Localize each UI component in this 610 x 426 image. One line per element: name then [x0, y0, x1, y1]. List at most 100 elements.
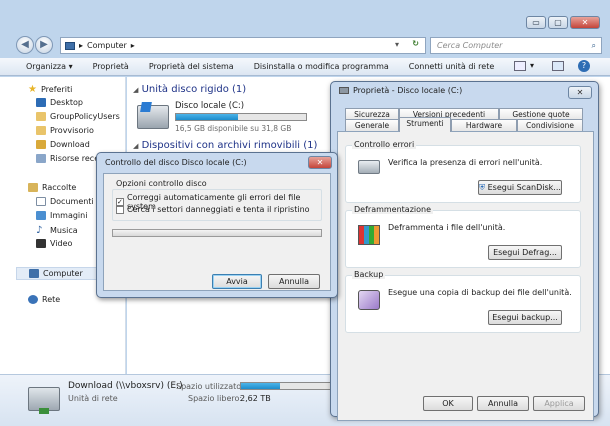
chevron-right-icon: ▸ — [130, 41, 135, 50]
start-button[interactable]: Avvia — [212, 274, 262, 289]
view-options-icon[interactable] — [514, 61, 526, 71]
desktop-icon — [36, 98, 46, 107]
defrag-text: Deframmenta i file dell'unità. — [388, 223, 506, 232]
details-free-label: Spazio libero: — [188, 394, 243, 403]
maximize-button[interactable]: ▢ — [548, 16, 568, 29]
organize-menu[interactable]: Organizza ▾ — [26, 62, 73, 71]
nav-item-videos[interactable]: Video — [36, 239, 72, 248]
download-folder-icon — [36, 140, 46, 149]
cancel-check-button[interactable]: Annulla — [268, 274, 320, 289]
details-type: Unità di rete — [68, 394, 118, 403]
tab-hardware[interactable]: Hardware — [451, 119, 517, 131]
error-check-group: Controllo errori Verifica la presenza di… — [345, 140, 581, 203]
details-usage-fill — [241, 383, 280, 389]
search-icon[interactable]: ⌕ — [592, 38, 596, 53]
system-properties-button[interactable]: Proprietà del sistema — [149, 62, 234, 71]
drive-c-tile[interactable]: Disco locale (C:) 16,5 GB disponibile su… — [137, 99, 327, 135]
properties-title-text: Proprietà - Disco locale (C:) — [353, 86, 463, 95]
nav-item-label: Video — [50, 239, 73, 248]
nav-item-pictures[interactable]: Immagini — [36, 211, 87, 220]
defrag-icon — [358, 225, 380, 245]
nav-favorites-label: Preferiti — [40, 85, 73, 94]
libraries-icon — [28, 183, 38, 192]
nav-item-label: Immagini — [50, 211, 88, 220]
refresh-icon[interactable]: ↻ — [412, 39, 419, 48]
check-disk-body: Opzioni controllo disco ✓ Correggi autom… — [103, 173, 331, 291]
forward-button[interactable]: ▶ — [35, 36, 53, 54]
run-backup-button[interactable]: Esegui backup... — [488, 310, 562, 325]
chevron-down-icon[interactable]: ▾ — [530, 61, 534, 70]
properties-button[interactable]: Proprietà — [93, 62, 129, 71]
network-icon — [28, 295, 38, 304]
preview-pane-icon[interactable] — [552, 61, 564, 71]
uninstall-program-button[interactable]: Disinstalla o modifica programma — [254, 62, 389, 71]
details-used-label: Spazio utilizzato: — [176, 382, 244, 391]
checkbox-unchecked[interactable] — [116, 205, 124, 214]
drive-usage-bar — [175, 113, 307, 121]
map-network-drive-button[interactable]: Connetti unità di rete — [409, 62, 494, 71]
nav-item-label: Download — [50, 140, 90, 149]
nav-favorites[interactable]: ★ Preferiti — [28, 84, 72, 95]
triangle-expand-icon: ◢ — [133, 86, 139, 94]
help-icon[interactable]: ? — [578, 60, 590, 72]
group-label: Backup — [352, 270, 386, 279]
window-caption-buttons: ▭ ▢ ✕ — [526, 16, 600, 29]
shield-icon: ⛨ — [479, 183, 486, 192]
recent-places-icon — [36, 154, 46, 163]
run-scandisk-button[interactable]: ⛨ Esegui ScanDisk... — [478, 180, 562, 195]
tab-general[interactable]: Generale — [345, 119, 399, 131]
dropdown-arrow-icon[interactable]: ▾ — [395, 40, 399, 49]
hard-drive-icon — [137, 102, 169, 129]
command-bar: Organizza ▾ Proprietà Proprietà del sist… — [0, 58, 610, 76]
video-icon — [36, 239, 46, 248]
nav-item-grouppolicyusers[interactable]: GroupPolicyUsers — [36, 112, 120, 121]
music-icon: ♪ — [36, 225, 43, 236]
drive-name: Disco locale (C:) — [175, 101, 245, 111]
address-row: ◀ ▶ ▸ Computer ▸ ▾ ↻ Cerca Computer ⌕ — [0, 34, 610, 58]
section-header-label: Dispositivi con archivi rimovibili (1) — [141, 140, 318, 151]
search-input[interactable]: Cerca Computer ⌕ — [430, 37, 602, 54]
section-header-hard-disks[interactable]: ◢ Unità disco rigido (1) — [133, 84, 246, 95]
nav-item-music[interactable]: ♪ Musica — [36, 225, 78, 236]
back-button[interactable]: ◀ — [16, 36, 34, 54]
drive-usage-fill — [176, 114, 239, 120]
ok-button[interactable]: OK — [423, 396, 473, 411]
tab-sharing[interactable]: Condivisione — [517, 119, 583, 131]
nav-libraries[interactable]: Raccolte — [28, 183, 76, 192]
nav-item-label: GroupPolicyUsers — [50, 112, 120, 121]
nav-computer-label: Computer — [43, 269, 83, 278]
check-disk-close-button[interactable]: ✕ — [308, 156, 332, 169]
check-disk-title: Controllo del disco Disco locale (C:) — [105, 158, 247, 167]
nav-item-label: Provvisorio — [50, 126, 94, 135]
details-name: Download (\\vboxsrv) (E:) — [68, 381, 183, 391]
details-usage-bar — [240, 382, 334, 390]
nav-item-desktop[interactable]: Desktop — [36, 98, 83, 107]
address-bar[interactable]: ▸ Computer ▸ ▾ ↻ — [60, 37, 426, 54]
address-path: Computer — [87, 41, 127, 50]
close-button[interactable]: ✕ — [570, 16, 600, 29]
group-label: Deframmentazione — [352, 205, 434, 214]
details-free-value: 2,62 TB — [240, 394, 271, 403]
drive-space-text: 16,5 GB disponibile su 31,8 GB — [175, 124, 292, 133]
drive-icon — [339, 87, 349, 94]
run-defrag-button[interactable]: Esegui Defrag... — [488, 245, 562, 260]
apply-button[interactable]: Applica — [533, 396, 585, 411]
section-header-removable[interactable]: ◢ Dispositivi con archivi rimovibili (1) — [133, 140, 317, 151]
check-disk-icon — [358, 160, 380, 174]
nav-item-provvisorio[interactable]: Provvisorio — [36, 126, 94, 135]
nav-item-documents[interactable]: Documenti — [36, 197, 94, 206]
cancel-button[interactable]: Annulla — [477, 396, 529, 411]
backup-group: Backup Esegue una copia di backup dei fi… — [345, 270, 581, 333]
backup-text: Esegue una copia di backup dei file dell… — [388, 288, 572, 297]
star-icon: ★ — [28, 84, 37, 95]
option-scan-sectors[interactable]: Cerca i settori danneggiati e tenta il r… — [116, 205, 310, 214]
minimize-button[interactable]: ▭ — [526, 16, 546, 29]
documents-icon — [36, 197, 46, 206]
nav-network[interactable]: Rete — [28, 295, 60, 304]
chevron-right-icon: ▸ — [79, 41, 84, 50]
tab-tools[interactable]: Strumenti — [399, 117, 451, 132]
properties-close-button[interactable]: ✕ — [568, 86, 592, 99]
nav-libraries-label: Raccolte — [42, 183, 77, 192]
nav-item-download[interactable]: Download — [36, 140, 90, 149]
section-header-label: Unità disco rigido (1) — [141, 84, 247, 95]
